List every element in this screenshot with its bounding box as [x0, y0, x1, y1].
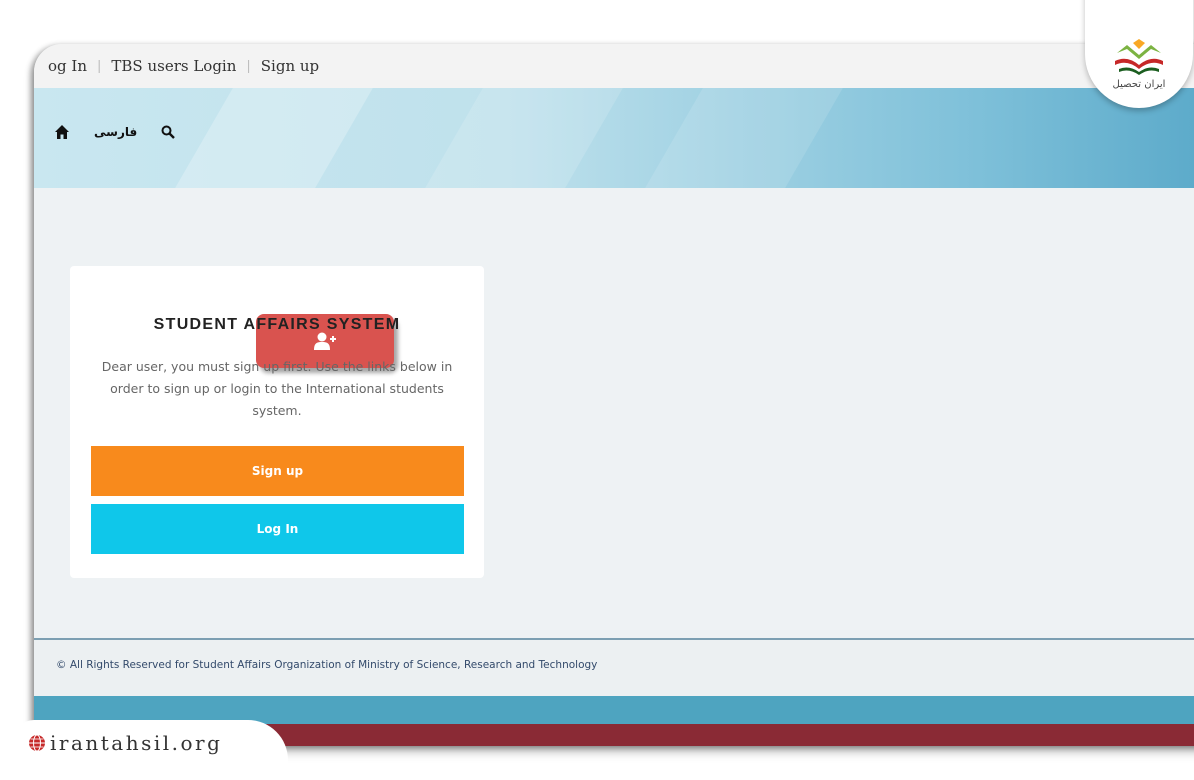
card-title: STUDENT AFFAIRS SYSTEM — [153, 316, 401, 333]
watermark: irantahsil.org — [14, 720, 288, 780]
watermark-text: irantahsil.org — [50, 731, 223, 755]
banner-decoration — [175, 88, 373, 188]
banner-decoration — [425, 88, 623, 188]
card-description: Dear user, you must sign up first. Use t… — [101, 359, 453, 418]
top-links-bar: og In | TBS users Login | Sign up — [34, 44, 1194, 88]
header-banner: فارسی — [34, 88, 1194, 188]
search-icon[interactable] — [161, 125, 176, 139]
signup-link[interactable]: Sign up — [251, 57, 329, 75]
tbs-login-link[interactable]: TBS users Login — [101, 57, 246, 75]
signup-button[interactable]: Sign up — [91, 446, 464, 496]
login-button[interactable]: Log In — [91, 504, 464, 554]
book-emblem-icon — [1115, 39, 1163, 75]
globe-icon — [29, 734, 45, 752]
language-link[interactable]: فارسی — [94, 125, 137, 139]
footer: © All Rights Reserved for Student Affair… — [34, 638, 1194, 698]
main-content: STUDENT AFFAIRS SYSTEM Dear user, you mu… — [34, 188, 1194, 638]
page-frame: og In | TBS users Login | Sign up فارسی — [34, 44, 1194, 746]
logo-text: ایران تحصیل — [1112, 79, 1166, 90]
main-nav: فارسی — [54, 124, 176, 140]
login-link[interactable]: og In — [34, 57, 97, 75]
irantahsil-logo: ایران تحصیل — [1085, 0, 1193, 108]
copyright-text: © All Rights Reserved for Student Affair… — [56, 659, 598, 671]
banner-decoration — [645, 88, 843, 188]
home-icon[interactable] — [54, 124, 70, 140]
